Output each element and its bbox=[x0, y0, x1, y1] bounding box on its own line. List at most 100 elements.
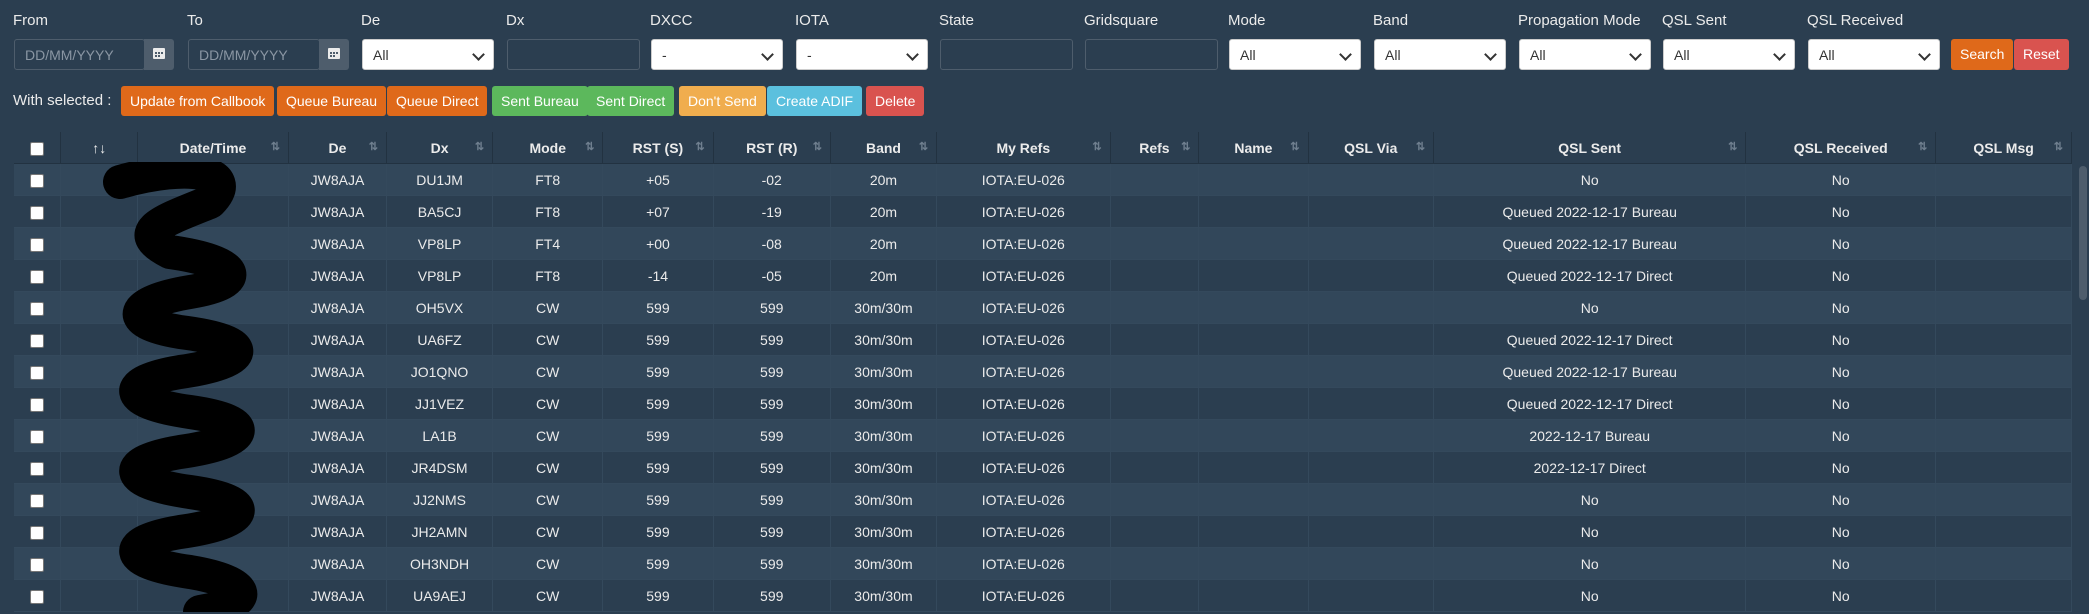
cell-my-refs: IOTA:EU-026 bbox=[936, 515, 1111, 548]
queue-bureau-button[interactable]: Queue Bureau bbox=[277, 86, 387, 116]
from-calendar-button[interactable] bbox=[144, 39, 174, 70]
column-header-label: QSL Msg bbox=[1973, 139, 2034, 156]
table-row[interactable]: JW8AJA JR4DSM CW 599 599 30m/30m IOTA:EU-026 20… bbox=[14, 451, 2072, 484]
queue-direct-button[interactable]: Queue Direct bbox=[387, 86, 488, 116]
sort-header[interactable]: ↑↓ bbox=[60, 132, 138, 164]
column-header-my-refs[interactable]: My Refs ⇅ bbox=[936, 132, 1111, 164]
cell-name bbox=[1198, 323, 1309, 356]
row-select-cell bbox=[14, 579, 62, 612]
cell-qsl-received: No bbox=[1745, 355, 1937, 388]
column-header-rst-s[interactable]: RST (S) ⇅ bbox=[602, 132, 714, 164]
table-row[interactable]: JW8AJA LA1B CW 599 599 30m/30m IOTA:EU-026 2022… bbox=[14, 419, 2072, 452]
cell-qsl-msg bbox=[1935, 163, 2072, 196]
reset-button[interactable]: Reset bbox=[2014, 39, 2069, 70]
dx-input[interactable] bbox=[507, 39, 640, 70]
cell-qsl-sent: Queued 2022-12-17 Direct bbox=[1433, 387, 1747, 420]
table-row[interactable]: JW8AJA JH2AMN CW 599 599 30m/30m IOTA:EU-026 No… bbox=[14, 515, 2072, 548]
column-header-label: QSL Sent bbox=[1558, 139, 1622, 156]
column-header-dx[interactable]: Dx ⇅ bbox=[386, 132, 494, 164]
to-date-input[interactable]: DD/MM/YYYY bbox=[188, 39, 320, 70]
to-calendar-button[interactable] bbox=[319, 39, 349, 70]
cell-qsl-received: No bbox=[1745, 483, 1937, 516]
row-checkbox[interactable] bbox=[30, 557, 45, 572]
column-header-qsl-sent[interactable]: QSL Sent ⇅ bbox=[1433, 132, 1747, 164]
cell-band: 30m/30m bbox=[830, 323, 938, 356]
row-checkbox[interactable] bbox=[30, 525, 45, 540]
cell-qsl-msg bbox=[1935, 227, 2072, 260]
table-row[interactable]: JW8AJA JO1QNO CW 599 599 30m/30m IOTA:EU-026 Qu… bbox=[14, 355, 2072, 388]
cell-rst-received: -05 bbox=[713, 259, 831, 292]
state-label: State bbox=[939, 12, 975, 29]
row-checkbox[interactable] bbox=[30, 173, 45, 188]
cell-de: JW8AJA bbox=[288, 515, 387, 548]
table-row[interactable]: JW8AJA VP8LP FT8 -14 -05 20m IOTA:EU-026 Queued… bbox=[14, 259, 2072, 292]
row-checkbox[interactable] bbox=[30, 301, 45, 316]
cell-rst-sent: 599 bbox=[602, 579, 714, 612]
cell-qsl-via bbox=[1308, 547, 1435, 580]
row-checkbox[interactable] bbox=[30, 333, 45, 348]
band-select[interactable]: All bbox=[1374, 39, 1506, 70]
table-row[interactable]: JW8AJA UA9AEJ CW 599 599 30m/30m IOTA:EU-026 No… bbox=[14, 579, 2072, 612]
cell-de: JW8AJA bbox=[288, 483, 387, 516]
qsl-received-select[interactable]: All bbox=[1808, 39, 1940, 70]
dont-send-button[interactable]: Don't Send bbox=[679, 86, 766, 116]
row-checkbox[interactable] bbox=[30, 493, 45, 508]
cell-dx: LA1B bbox=[386, 419, 494, 452]
row-checkbox[interactable] bbox=[30, 205, 45, 220]
row-checkbox[interactable] bbox=[30, 365, 45, 380]
dxcc-select[interactable]: - bbox=[651, 39, 783, 70]
row-select-cell bbox=[14, 163, 62, 196]
sort-icon: ⇅ bbox=[270, 141, 280, 153]
mode-select[interactable]: All bbox=[1229, 39, 1361, 70]
row-checkbox[interactable] bbox=[30, 589, 45, 604]
row-checkbox[interactable] bbox=[30, 269, 45, 284]
column-header-date-time[interactable]: Date/Time ⇅ bbox=[137, 132, 290, 164]
cell-qsl-received: No bbox=[1745, 387, 1937, 420]
state-input[interactable] bbox=[940, 39, 1073, 70]
table-row[interactable]: JW8AJA DU1JM FT8 +05 -02 20m IOTA:EU-026 No No bbox=[14, 163, 2072, 196]
column-header-label: Refs bbox=[1139, 139, 1170, 156]
cell-refs bbox=[1110, 387, 1200, 420]
sent-direct-button[interactable]: Sent Direct bbox=[587, 86, 675, 116]
select-all-checkbox[interactable] bbox=[30, 141, 45, 156]
column-header-rst-r[interactable]: RST (R) ⇅ bbox=[713, 132, 831, 164]
iota-select[interactable]: - bbox=[796, 39, 928, 70]
cell-mode: FT8 bbox=[492, 195, 604, 228]
column-header-de[interactable]: De ⇅ bbox=[288, 132, 387, 164]
table-row[interactable]: JW8AJA JJ2NMS CW 599 599 30m/30m IOTA:EU-026 No… bbox=[14, 483, 2072, 516]
row-checkbox[interactable] bbox=[30, 397, 45, 412]
gridsquare-input[interactable] bbox=[1085, 39, 1218, 70]
create-adif-button[interactable]: Create ADIF bbox=[767, 86, 863, 116]
de-select[interactable]: All bbox=[362, 39, 494, 70]
from-date-input[interactable]: DD/MM/YYYY bbox=[14, 39, 145, 70]
update-from-callbook-button[interactable]: Update from Callbook bbox=[121, 86, 275, 116]
search-button[interactable]: Search bbox=[1951, 39, 2014, 70]
column-header-mode[interactable]: Mode ⇅ bbox=[492, 132, 604, 164]
cell-refs bbox=[1110, 547, 1200, 580]
cell-qsl-sent: No bbox=[1433, 547, 1747, 580]
table-row[interactable]: JW8AJA OH5VX CW 599 599 30m/30m IOTA:EU-026 No N… bbox=[14, 291, 2072, 324]
qsl-sent-select[interactable]: All bbox=[1663, 39, 1795, 70]
delete-button[interactable]: Delete bbox=[866, 86, 925, 116]
propagation-select[interactable]: All bbox=[1519, 39, 1651, 70]
row-checkbox[interactable] bbox=[30, 461, 45, 476]
table-row[interactable]: JW8AJA BA5CJ FT8 +07 -19 20m IOTA:EU-026 Queued… bbox=[14, 195, 2072, 228]
cell-qsl-received: No bbox=[1745, 195, 1937, 228]
row-checkbox[interactable] bbox=[30, 429, 45, 444]
cell-qsl-via bbox=[1308, 163, 1435, 196]
table-row[interactable]: JW8AJA UA6FZ CW 599 599 30m/30m IOTA:EU-026 Que… bbox=[14, 323, 2072, 356]
column-header-name[interactable]: Name ⇅ bbox=[1198, 132, 1309, 164]
column-header-refs[interactable]: Refs ⇅ bbox=[1110, 132, 1200, 164]
column-header-qsl-via[interactable]: QSL Via ⇅ bbox=[1308, 132, 1435, 164]
column-header-qsl-received[interactable]: QSL Received ⇅ bbox=[1745, 132, 1937, 164]
table-row[interactable]: JW8AJA OH3NDH CW 599 599 30m/30m IOTA:EU-026 No… bbox=[14, 547, 2072, 580]
column-header-qsl-msg[interactable]: QSL Msg ⇅ bbox=[1935, 132, 2072, 164]
row-checkbox[interactable] bbox=[30, 237, 45, 252]
table-scrollbar[interactable] bbox=[2079, 166, 2087, 300]
sent-bureau-button[interactable]: Sent Bureau bbox=[492, 86, 588, 116]
cell-rst-sent: 599 bbox=[602, 451, 714, 484]
table-row[interactable]: JW8AJA JJ1VEZ CW 599 599 30m/30m IOTA:EU-026 Qu… bbox=[14, 387, 2072, 420]
table-row[interactable]: JW8AJA VP8LP FT4 +00 -08 20m IOTA:EU-026 Queued… bbox=[14, 227, 2072, 260]
cell-mode: FT8 bbox=[492, 163, 604, 196]
column-header-band[interactable]: Band ⇅ bbox=[830, 132, 938, 164]
